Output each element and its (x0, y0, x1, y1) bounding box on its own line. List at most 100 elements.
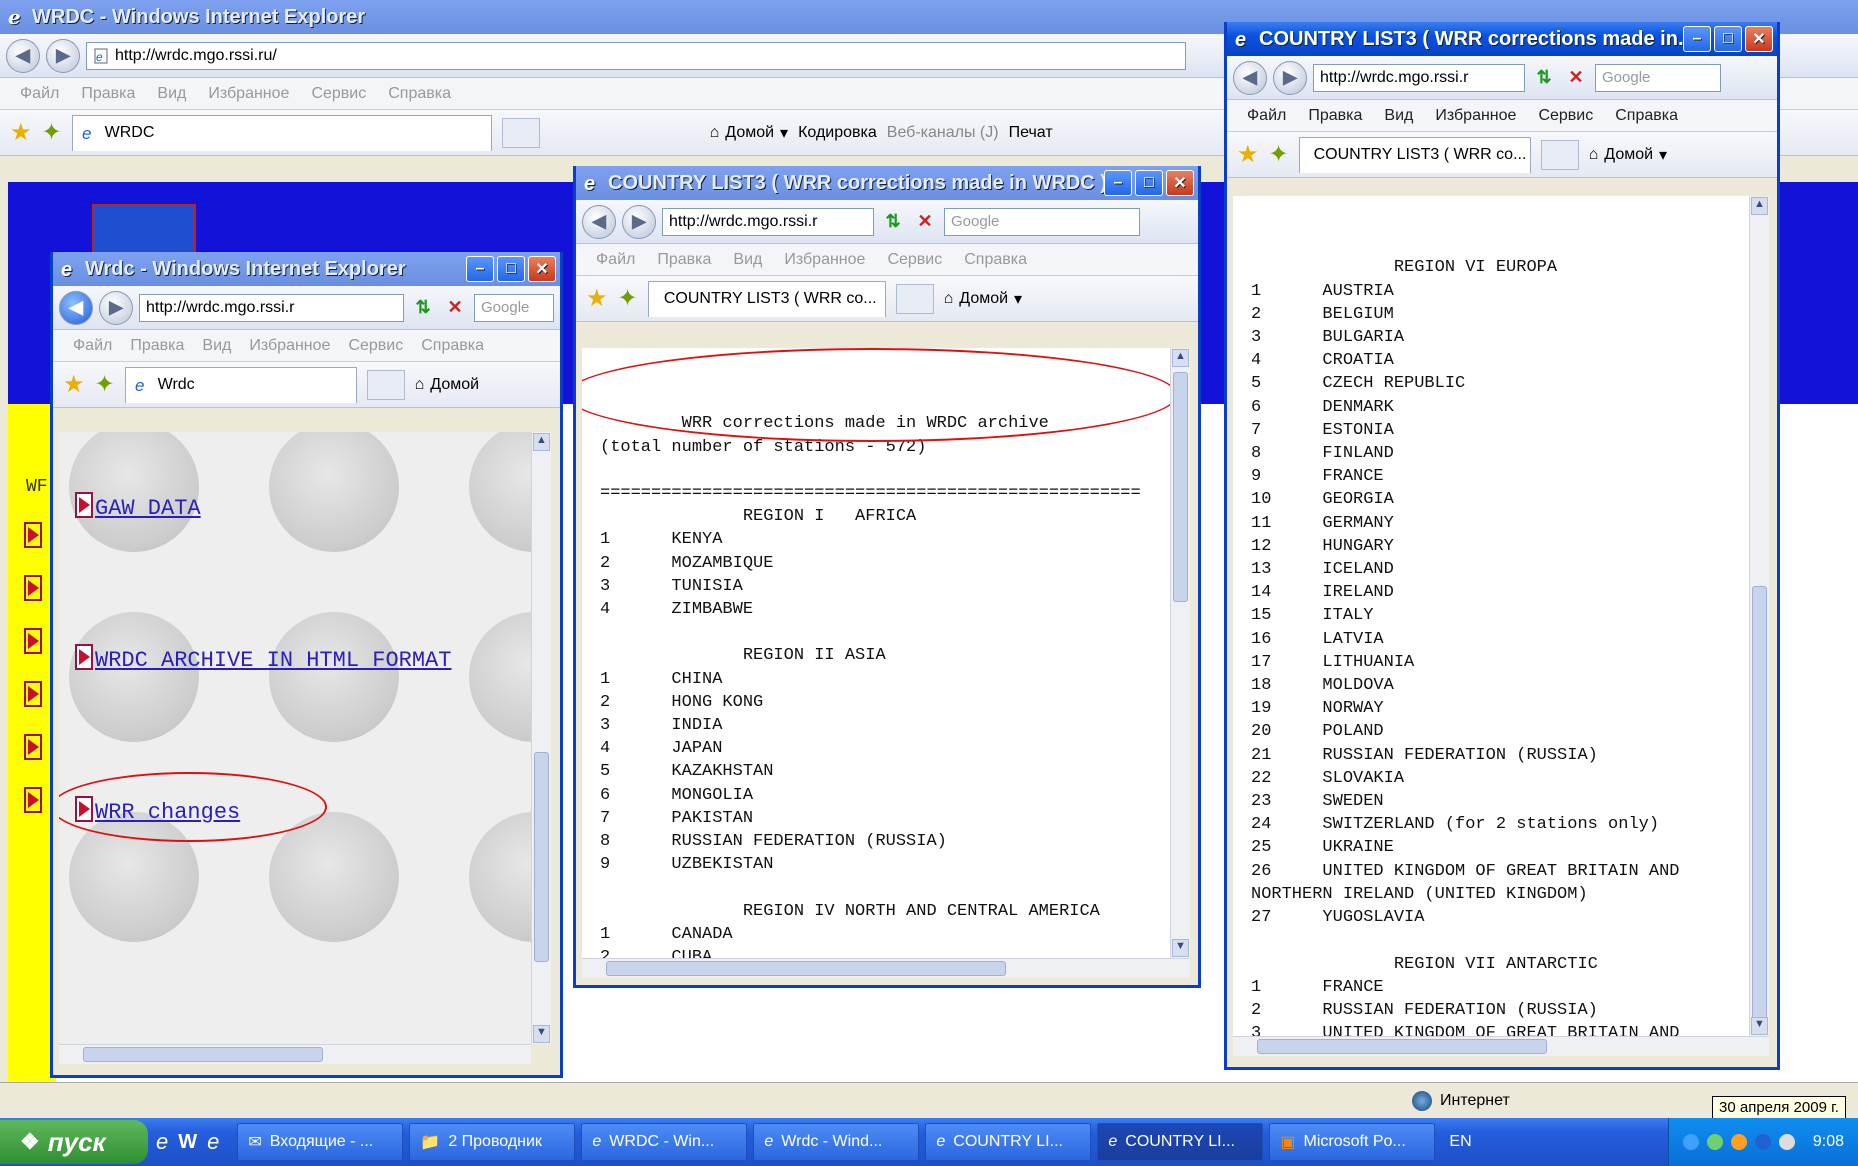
menu-view[interactable]: Вид (202, 337, 231, 355)
tray-icon-1[interactable] (1682, 1134, 1699, 1150)
task-country-2[interactable]: e COUNTRY LI... (1097, 1123, 1264, 1161)
scroll-thumb[interactable] (534, 752, 549, 962)
gaw-data-link[interactable]: GAW DATA (95, 496, 201, 521)
stop-icon[interactable]: ✕ (1563, 64, 1589, 92)
forward-button[interactable]: ▶ (99, 290, 133, 325)
maximize-button[interactable]: □ (1135, 170, 1163, 196)
language-indicator[interactable]: EN (1449, 1133, 1471, 1151)
task-inbox[interactable]: ✉ Входящие - ... (237, 1123, 404, 1161)
close-button[interactable]: ✕ (1166, 170, 1194, 196)
forward-button[interactable]: ▶ (46, 38, 80, 73)
wrdc-url-input[interactable]: http://wrdc.mgo.rssi.r (139, 293, 404, 322)
close-button[interactable]: ✕ (528, 256, 556, 282)
task-wrdc[interactable]: e WRDC - Win... (581, 1123, 748, 1161)
scroll-thumb[interactable] (1752, 586, 1767, 1026)
favorites-star-icon[interactable]: ★ (10, 118, 32, 147)
country1-horizontal-scrollbar[interactable] (582, 958, 1190, 978)
encoding-button[interactable]: Кодировка (798, 124, 877, 142)
scroll-down-icon[interactable]: ▼ (533, 1025, 550, 1043)
wrr-changes-link[interactable]: WRR changes (95, 800, 240, 825)
back-button[interactable]: ◀ (582, 204, 616, 239)
side-arrow-4[interactable] (24, 681, 42, 707)
country2-search-input[interactable]: Google (1595, 63, 1721, 92)
stop-icon[interactable]: ✕ (912, 208, 938, 236)
tray-icon-5[interactable] (1778, 1134, 1795, 1150)
country2-titlebar[interactable]: e COUNTRY LIST3 ( WRR corrections made i… (1227, 22, 1777, 56)
print-button[interactable]: Печат (1009, 124, 1053, 142)
country2-tab[interactable]: e COUNTRY LIST3 ( WRR co... (1298, 136, 1531, 173)
country1-url-input[interactable]: http://wrdc.mgo.rssi.r (662, 207, 874, 236)
add-favorite-icon[interactable]: ✦ (1269, 140, 1289, 169)
menu-file[interactable]: Файл (1247, 107, 1286, 125)
add-favorite-icon[interactable]: ✦ (618, 284, 638, 313)
new-tab-button[interactable] (895, 283, 934, 314)
scroll-up-icon[interactable]: ▲ (1172, 349, 1189, 367)
menu-help[interactable]: Справка (421, 337, 484, 355)
scroll-down-icon[interactable]: ▼ (1751, 1017, 1768, 1035)
wrdc-tab[interactable]: e Wrdc (124, 366, 357, 403)
menu-favorites[interactable]: Избранное (1435, 107, 1516, 125)
refresh-icon[interactable]: ⇅ (1531, 64, 1557, 92)
tray-icon-4[interactable] (1754, 1134, 1771, 1150)
country2-url-input[interactable]: http://wrdc.mgo.rssi.r (1313, 63, 1525, 92)
scroll-thumb[interactable] (83, 1047, 323, 1062)
task-powerpoint[interactable]: ▣ Microsoft Po... (1269, 1123, 1436, 1161)
forward-button[interactable]: ▶ (622, 204, 656, 239)
tray-icon-2[interactable] (1706, 1134, 1723, 1150)
menu-help[interactable]: Справка (388, 85, 451, 103)
ie-quicklaunch-icon[interactable]: e (156, 1129, 168, 1155)
new-tab-button[interactable] (501, 117, 540, 148)
menu-favorites[interactable]: Избранное (249, 337, 330, 355)
menu-view[interactable]: Вид (157, 85, 186, 103)
menu-file[interactable]: Файл (20, 85, 59, 103)
refresh-icon[interactable]: ⇅ (880, 208, 906, 236)
wrdc-search-input[interactable]: Google (474, 293, 554, 322)
start-button[interactable]: ❖ пуск (0, 1120, 148, 1164)
task-wrdc-2[interactable]: e Wrdc - Wind... (753, 1123, 920, 1161)
maximize-button[interactable]: □ (1714, 26, 1742, 52)
country1-search-input[interactable]: Google (944, 207, 1140, 236)
maximize-button[interactable]: □ (497, 256, 525, 282)
new-tab-button[interactable] (1540, 139, 1579, 170)
side-arrow-1[interactable] (24, 522, 42, 548)
forward-button[interactable]: ▶ (1273, 60, 1307, 95)
menu-edit[interactable]: Правка (1308, 107, 1362, 125)
task-country-1[interactable]: e COUNTRY LI... (925, 1123, 1092, 1161)
wrdc-horizontal-scrollbar[interactable] (59, 1044, 531, 1064)
country1-vertical-scrollbar[interactable]: ▲ ▼ (1170, 348, 1190, 958)
add-favorite-icon[interactable]: ✦ (95, 370, 115, 399)
favorites-star-icon[interactable]: ★ (1237, 140, 1259, 169)
ie-quicklaunch-icon-2[interactable]: e (207, 1129, 219, 1155)
menu-tools[interactable]: Сервис (311, 85, 366, 103)
minimize-button[interactable]: – (1104, 170, 1132, 196)
menu-view[interactable]: Вид (1384, 107, 1413, 125)
clock[interactable]: 9:08 (1813, 1133, 1844, 1151)
stop-icon[interactable]: ✕ (442, 294, 468, 322)
favorites-star-icon[interactable]: ★ (586, 284, 608, 313)
scroll-down-icon[interactable]: ▼ (1172, 939, 1189, 957)
menu-file[interactable]: Файл (73, 337, 112, 355)
close-button[interactable]: ✕ (1745, 26, 1773, 52)
side-arrow-3[interactable] (24, 628, 42, 654)
new-tab-button[interactable] (366, 369, 405, 400)
scroll-up-icon[interactable]: ▲ (1751, 197, 1768, 215)
menu-tools[interactable]: Сервис (348, 337, 403, 355)
country2-home-button[interactable]: ⌂ Домой ▾ (1589, 145, 1667, 165)
wrdc-archive-link[interactable]: WRDC ARCHIVE IN HTML FORMAT (95, 648, 451, 673)
main-url-input[interactable]: e http://wrdc.mgo.rssi.ru/ (86, 41, 1186, 70)
main-tab-wrdc[interactable]: e WRDC (71, 114, 492, 151)
back-button[interactable]: ◀ (6, 38, 40, 73)
country1-home-button[interactable]: ⌂ Домой ▾ (944, 289, 1022, 309)
scroll-thumb[interactable] (1257, 1039, 1547, 1054)
scroll-thumb[interactable] (1173, 372, 1188, 602)
wrdc-home-button[interactable]: ⌂ Домой (415, 376, 479, 394)
menu-edit[interactable]: Правка (657, 251, 711, 269)
word-quicklaunch-icon[interactable]: W (178, 1131, 197, 1154)
tray-icon-3[interactable] (1730, 1134, 1747, 1150)
task-explorer[interactable]: 📁 2 Проводник (409, 1123, 576, 1161)
wrdc-vertical-scrollbar[interactable]: ▲ ▼ (531, 432, 551, 1044)
side-arrow-2[interactable] (24, 575, 42, 601)
feeds-button[interactable]: Веб-каналы (J) (887, 124, 999, 142)
menu-tools[interactable]: Сервис (887, 251, 942, 269)
add-favorite-icon[interactable]: ✦ (42, 118, 62, 147)
